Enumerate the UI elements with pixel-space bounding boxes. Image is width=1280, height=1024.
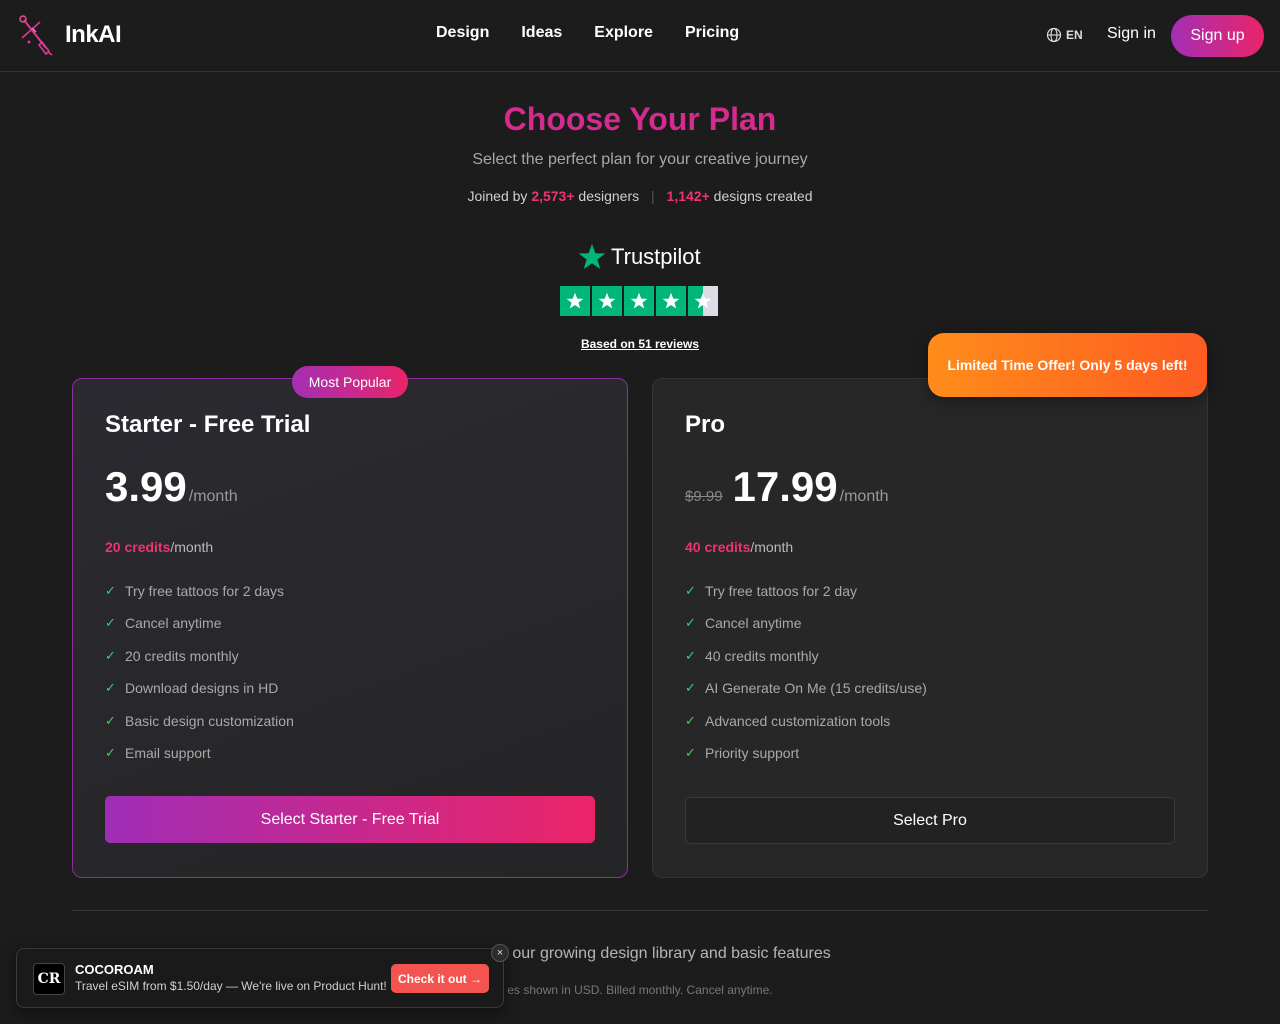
feature-item: ✓ Cancel anytime (105, 615, 294, 647)
feature-item: ✓ Try free tattoos for 2 day (685, 583, 927, 615)
page-title: Choose Your Plan (503, 101, 777, 137)
check-icon: ✓ (105, 744, 116, 760)
section-divider (72, 910, 1208, 911)
feature-item: ✓ Download designs in HD (105, 680, 294, 712)
check-icon: ✓ (105, 712, 116, 728)
cocoroam-logo: CR (33, 963, 65, 995)
select-pro-button[interactable]: Select Pro (685, 797, 1175, 844)
stats-prefix: Joined by (467, 188, 528, 204)
check-icon: ✓ (685, 615, 696, 631)
language-code: EN (1066, 28, 1083, 42)
globe-icon (1046, 27, 1062, 43)
credits-amount: 40 credits (685, 539, 751, 555)
original-price: $9.99 (685, 488, 723, 505)
select-starter-button[interactable]: Select Starter - Free Trial (105, 796, 595, 843)
logo[interactable]: InkAI (18, 14, 122, 56)
price-row: $9.99 17.99 /month (685, 463, 889, 511)
price-row: 3.99 /month (105, 463, 238, 511)
rating-half-star-icon (688, 286, 718, 316)
nav-explore[interactable]: Explore (594, 24, 653, 42)
plan-name: Pro (685, 411, 726, 438)
nav-ideas[interactable]: Ideas (521, 24, 562, 42)
feature-text: Basic design customization (125, 712, 294, 729)
price-period: /month (839, 488, 889, 505)
trustpilot-star-icon (578, 243, 606, 269)
credits-amount: 20 credits (105, 539, 171, 555)
check-it-out-button[interactable]: Check it out → (391, 964, 489, 993)
feature-text: Cancel anytime (705, 615, 802, 632)
feature-text: Cancel anytime (125, 615, 222, 632)
feature-text: Email support (125, 744, 211, 761)
feature-text: Advanced customization tools (705, 712, 891, 729)
rating-star-icon (624, 286, 654, 316)
rating-star-icon (560, 286, 590, 316)
designs-label: designs created (713, 188, 813, 204)
toast-title: COCOROAM (75, 962, 154, 977)
feature-item: ✓ Advanced customization tools (685, 713, 927, 745)
feature-list: ✓ Try free tattoos for 2 days ✓ Cancel any… (105, 583, 294, 777)
check-icon: ✓ (105, 680, 116, 696)
limited-offer-badge: Limited Time Offer! Only 5 days left! (928, 333, 1207, 397)
check-icon: ✓ (685, 744, 696, 760)
feature-item: ✓ Priority support (685, 745, 927, 777)
feature-item: ✓ 40 credits monthly (685, 648, 927, 680)
check-icon: ✓ (685, 583, 696, 598)
page-subtitle: Select the perfect plan for your creativ… (472, 151, 808, 168)
check-icon: ✓ (685, 680, 696, 696)
sign-up-button[interactable]: Sign up (1171, 15, 1264, 57)
top-header: InkAI Design Ideas Explore Pricing EN Si… (0, 0, 1280, 72)
plan-card-pro: Pro $9.99 17.99 /month 40 credits/month … (652, 378, 1208, 878)
check-icon: ✓ (685, 647, 696, 663)
designers-label: designers (578, 188, 640, 204)
feature-item: ✓ Email support (105, 745, 294, 777)
credits-period: /month (750, 539, 794, 555)
rating-star-icon (656, 286, 686, 316)
plan-card-starter: Starter - Free Trial 3.99 /month 20 cred… (72, 378, 628, 878)
rating-star-icon (592, 286, 622, 316)
feature-text: Priority support (705, 744, 800, 761)
close-icon[interactable]: × (491, 944, 509, 962)
check-icon: ✓ (105, 615, 116, 631)
feature-text: Download designs in HD (125, 680, 279, 697)
check-icon: ✓ (105, 647, 116, 663)
nav-design[interactable]: Design (436, 24, 489, 42)
feature-text: 20 credits monthly (125, 647, 239, 664)
feature-item: ✓ 20 credits monthly (105, 648, 294, 680)
feature-text: Try free tattoos for 2 day (705, 583, 857, 599)
check-icon: ✓ (105, 583, 116, 598)
feature-list: ✓ Try free tattoos for 2 day ✓ Cancel anyt… (685, 583, 927, 777)
designs-count: 1,142+ (666, 188, 710, 204)
feature-item: ✓ Basic design customization (105, 713, 294, 745)
plan-credits: 40 credits/month (685, 539, 793, 555)
plan-price: 3.99 (105, 463, 187, 510)
most-popular-badge: Most Popular (292, 366, 408, 398)
plan-name: Starter - Free Trial (105, 411, 311, 438)
feature-item: ✓ AI Generate On Me (15 credits/use) (685, 680, 927, 712)
plan-credits: 20 credits/month (105, 539, 213, 555)
social-proof-stats: Joined by 2,573+ designers | 1,142+ desi… (0, 188, 1280, 204)
promo-toast: CR COCOROAM Travel eSIM from $1.50/day —… (16, 948, 504, 1008)
trustpilot-brand: Trustpilot (611, 244, 701, 269)
trustpilot-rating-stars (560, 286, 718, 316)
feature-item: ✓ Cancel anytime (685, 615, 927, 647)
designers-count: 2,573+ (531, 188, 575, 204)
plan-price: 17.99 (732, 463, 838, 510)
trustpilot-logo[interactable]: Trustpilot (577, 242, 701, 272)
stats-separator: | (651, 188, 655, 204)
feature-text: AI Generate On Me (15 credits/use) (705, 680, 927, 697)
main-nav: Design Ideas Explore Pricing (436, 24, 771, 42)
logo-text: InkAI (65, 21, 122, 48)
price-period: /month (188, 488, 238, 505)
language-selector[interactable]: EN (1046, 27, 1083, 43)
check-icon: ✓ (685, 712, 696, 728)
sign-in-link[interactable]: Sign in (1107, 25, 1156, 43)
nav-pricing[interactable]: Pricing (685, 24, 739, 42)
feature-text: 40 credits monthly (705, 647, 819, 664)
feature-item: ✓ Try free tattoos for 2 days (105, 583, 294, 615)
toast-description: Travel eSIM from $1.50/day — We're live … (75, 979, 387, 993)
tattoo-machine-icon (19, 15, 53, 56)
feature-text: Try free tattoos for 2 days (125, 583, 284, 599)
credits-period: /month (170, 539, 214, 555)
